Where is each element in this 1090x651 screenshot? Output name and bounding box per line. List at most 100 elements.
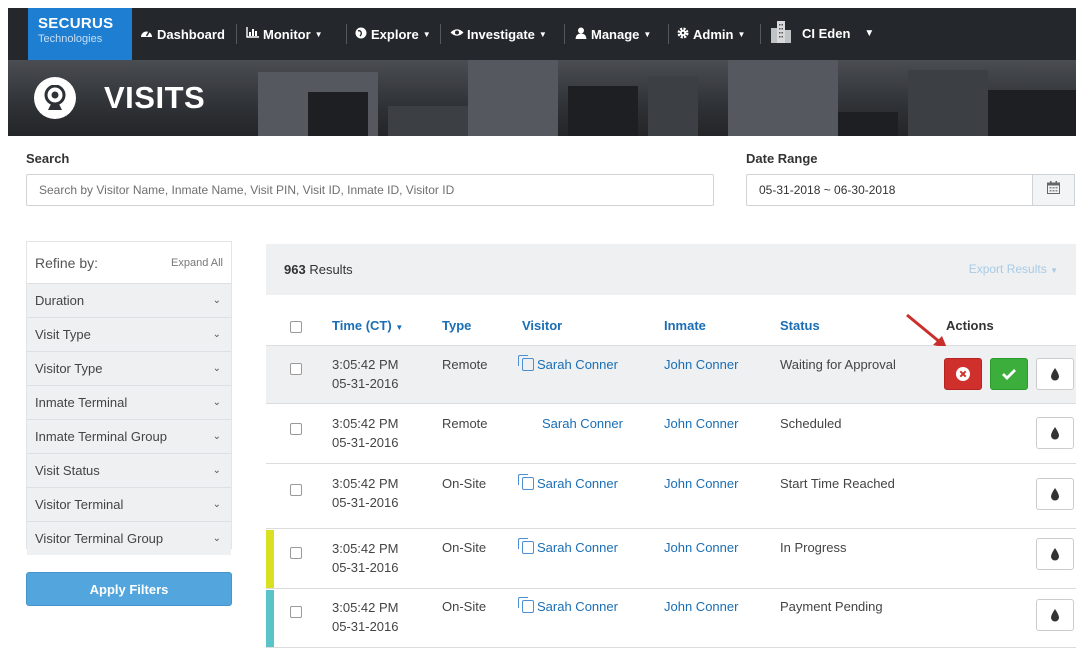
row-visitor[interactable]: Sarah Conner (518, 474, 618, 491)
logo-name: SECURUS (38, 15, 114, 32)
export-label: Export Results (968, 262, 1047, 276)
row-visitor[interactable]: Sarah Conner (518, 597, 618, 614)
row-time: 3:05:42 PM 05-31-2016 (332, 539, 399, 577)
table-row[interactable]: 3:05:42 PM 05-31-2016 On-Site Sarah Conn… (266, 590, 1076, 648)
copy-icon (518, 355, 534, 371)
row-visitor[interactable]: Sarah Conner (542, 416, 623, 431)
logo-tagline: Technologies (38, 33, 103, 45)
search-input[interactable] (26, 174, 714, 206)
row-inmate[interactable]: John Conner (664, 416, 738, 431)
details-button[interactable] (1036, 358, 1074, 390)
row-visitor[interactable]: Sarah Conner (518, 538, 618, 555)
filter-visit-status[interactable]: Visit Status ⌄ (27, 453, 231, 487)
row-visitor[interactable]: Sarah Conner (518, 355, 618, 372)
sort-desc-icon: ▼ (395, 323, 404, 332)
apply-filters-button[interactable]: Apply Filters (26, 572, 232, 606)
table-row[interactable]: 3:05:42 PM 05-31-2016 Remote Sarah Conne… (266, 346, 1076, 404)
date-range-input[interactable]: 05-31-2018 ~ 06-30-2018 (746, 174, 1032, 206)
row-type: On-Site (442, 540, 487, 555)
nav-monitor[interactable]: Monitor ▼ (246, 24, 323, 44)
building-icon (770, 20, 792, 47)
caret-down-icon: ▼ (422, 29, 431, 39)
approve-visit-button[interactable] (990, 358, 1028, 390)
date-range-label: Date Range (746, 151, 818, 166)
deny-visit-button[interactable] (944, 358, 982, 390)
row-time: 3:05:42 PM 05-31-2016 (332, 598, 399, 636)
row-time: 3:05:42 PM 05-31-2016 (332, 414, 399, 452)
row-inmate[interactable]: John Conner (664, 540, 738, 555)
row-type: Remote (442, 357, 488, 372)
filter-visit-type[interactable]: Visit Type ⌄ (27, 317, 231, 351)
details-button[interactable] (1036, 538, 1074, 570)
column-status[interactable]: Status (780, 318, 820, 333)
row-checkbox[interactable] (290, 547, 302, 559)
row-inmate[interactable]: John Conner (664, 357, 738, 372)
table-row[interactable]: 3:05:42 PM 05-31-2016 Remote Sarah Conne… (266, 405, 1076, 464)
nav-dashboard[interactable]: Dashboard (140, 24, 225, 44)
skyline-shape (728, 60, 838, 136)
refine-header: Refine by: Expand All (27, 242, 231, 283)
row-checkbox[interactable] (290, 363, 302, 375)
details-button[interactable] (1036, 478, 1074, 510)
copy-icon (518, 538, 534, 554)
securus-logo[interactable]: SECURUS Technologies (28, 8, 132, 60)
select-all-checkbox[interactable] (290, 321, 302, 333)
nav-manage[interactable]: Manage ▼ (574, 24, 651, 44)
details-button[interactable] (1036, 599, 1074, 631)
row-visitor-name: Sarah Conner (537, 476, 618, 491)
gear-icon (676, 27, 689, 42)
chevron-down-icon: ⌄ (212, 363, 221, 374)
dashboard-icon (140, 27, 153, 42)
results-count: 963 Results (284, 262, 353, 277)
filter-label: Inmate Terminal Group (35, 429, 167, 444)
row-time-value: 3:05:42 PM (332, 600, 399, 615)
calendar-button[interactable] (1032, 174, 1075, 206)
column-type[interactable]: Type (442, 318, 471, 333)
row-date-value: 05-31-2016 (332, 435, 399, 450)
filter-visitor-terminal-group[interactable]: Visitor Terminal Group ⌄ (27, 521, 231, 555)
row-checkbox[interactable] (290, 423, 302, 435)
row-checkbox[interactable] (290, 606, 302, 618)
filter-visitor-type[interactable]: Visitor Type ⌄ (27, 351, 231, 385)
skyline-shape (908, 70, 988, 136)
row-status: Payment Pending (780, 599, 883, 614)
column-inmate[interactable]: Inmate (664, 318, 706, 333)
nav-admin[interactable]: Admin ▼ (676, 24, 745, 44)
row-date-value: 05-31-2016 (332, 495, 399, 510)
row-status: In Progress (780, 540, 847, 555)
chevron-down-icon: ⌄ (212, 465, 221, 476)
nav-monitor-label: Monitor (263, 26, 311, 42)
user-icon (574, 27, 587, 42)
filter-inmate-terminal-group[interactable]: Inmate Terminal Group ⌄ (27, 419, 231, 453)
filter-label: Visitor Terminal Group (35, 531, 164, 546)
filter-label: Duration (35, 293, 85, 308)
column-visitor[interactable]: Visitor (522, 318, 562, 333)
nav-investigate[interactable]: Investigate ▼ (450, 24, 547, 44)
user-menu[interactable]: CI Eden ▼ (770, 20, 874, 46)
expand-all-link[interactable]: Expand All (171, 257, 223, 269)
table-row[interactable]: 3:05:42 PM 05-31-2016 On-Site Sarah Conn… (266, 530, 1076, 589)
results-number: 963 (284, 262, 306, 277)
copy-icon (518, 474, 534, 490)
drop-icon (1051, 608, 1059, 621)
table-row[interactable]: 3:05:42 PM 05-31-2016 On-Site Sarah Conn… (266, 465, 1076, 529)
filter-visitor-terminal[interactable]: Visitor Terminal ⌄ (27, 487, 231, 521)
row-inmate[interactable]: John Conner (664, 599, 738, 614)
row-checkbox[interactable] (290, 484, 302, 496)
row-type: On-Site (442, 476, 487, 491)
row-visitor-name: Sarah Conner (537, 357, 618, 372)
nav-investigate-label: Investigate (467, 26, 535, 42)
filter-duration[interactable]: Duration ⌄ (27, 283, 231, 317)
refine-panel: Refine by: Expand All Duration ⌄ Visit Ty… (26, 241, 232, 555)
nav-explore-label: Explore (371, 26, 419, 42)
filter-label: Visit Type (35, 327, 91, 342)
check-icon (1002, 369, 1016, 380)
nav-dashboard-label: Dashboard (157, 26, 225, 42)
column-actions: Actions (946, 318, 994, 333)
row-inmate[interactable]: John Conner (664, 476, 738, 491)
filter-inmate-terminal[interactable]: Inmate Terminal ⌄ (27, 385, 231, 419)
details-button[interactable] (1036, 417, 1074, 449)
export-results-button[interactable]: Export Results ▼ (969, 262, 1058, 276)
column-time[interactable]: Time (CT) ▼ (332, 318, 403, 333)
nav-explore[interactable]: Explore ▼ (354, 24, 431, 44)
